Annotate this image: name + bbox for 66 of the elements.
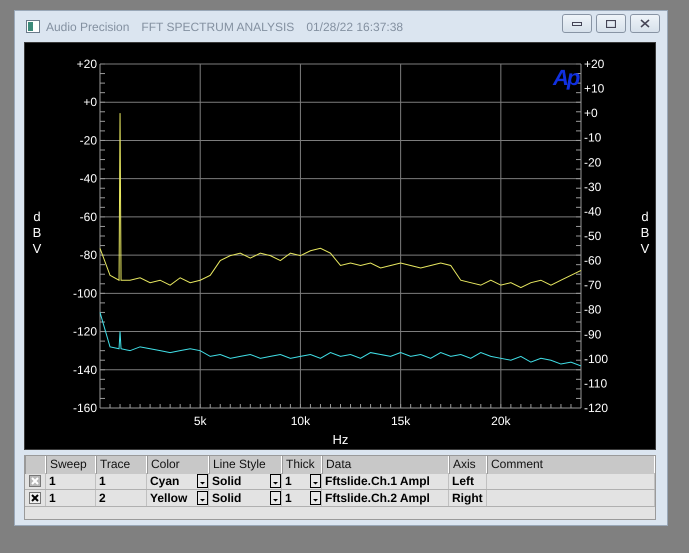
y-tick-label: -120 — [72, 324, 97, 339]
y-tick-label: -70 — [584, 278, 602, 292]
y-tick-label: -20 — [584, 155, 602, 170]
y-tick-label: -20 — [80, 133, 97, 148]
column-header: Comment — [487, 456, 655, 474]
table-cell: Fftslide.Ch.2 Ampl — [325, 490, 430, 506]
y-tick-label: -40 — [80, 172, 97, 186]
y-tick-label: -110 — [584, 376, 608, 390]
minimize-button[interactable] — [562, 14, 592, 33]
table-cell: Solid — [212, 473, 242, 489]
maximize-icon — [606, 20, 616, 28]
app-icon — [26, 20, 40, 33]
y-tick-label: -10 — [584, 130, 602, 145]
y-tick-label: +0 — [83, 95, 97, 110]
y-tick-label: -140 — [72, 362, 97, 377]
app-name: Audio Precision — [46, 20, 130, 34]
y-tick-label: -60 — [584, 254, 602, 268]
table-cell: 2 — [99, 490, 106, 506]
y-tick-label: -100 — [584, 352, 608, 366]
window-title: FFT SPECTRUM ANALYSIS — [141, 20, 294, 34]
x-tick-label: 15k — [390, 414, 410, 428]
x-tick-label: 20k — [491, 414, 511, 428]
y-tick-label: -160 — [72, 401, 97, 415]
y-tick-label: -90 — [584, 327, 602, 342]
x-tick-label: 5k — [194, 414, 207, 428]
minimize-icon — [572, 22, 582, 26]
y-tick-label: +0 — [584, 106, 598, 120]
timestamp: 01/28/22 16:37:38 — [306, 20, 404, 34]
x-axis-label: Hz — [332, 432, 348, 447]
x-tick-label: 10k — [290, 414, 310, 428]
y-tick-label: -30 — [584, 180, 602, 194]
table-cell: 1 — [99, 473, 106, 489]
y-tick-label: -50 — [584, 229, 602, 243]
table-cell: 1 — [49, 473, 56, 489]
column-header: Line Style — [209, 456, 282, 474]
column-header: Thick — [282, 456, 322, 474]
y-tick-label: +20 — [584, 57, 604, 71]
y-tick-label: +20 — [76, 57, 97, 71]
column-header: Data — [322, 456, 449, 474]
column-header: Color — [147, 456, 209, 474]
logo: Ap — [553, 65, 578, 90]
table-cell: Right — [452, 490, 483, 506]
y-tick-label: -120 — [584, 401, 608, 415]
y-tick-label: -40 — [584, 204, 602, 218]
column-header: Axis — [449, 456, 487, 474]
y-tick-label: -60 — [80, 210, 97, 224]
maximize-button[interactable] — [596, 14, 626, 33]
table-cell: Left — [452, 473, 474, 489]
y-axis-label: dBV — [640, 209, 650, 256]
y-tick-label: -80 — [584, 302, 602, 317]
checkbox[interactable] — [29, 492, 41, 504]
y-tick-label: +10 — [584, 82, 604, 96]
column-header: Sweep — [46, 456, 96, 474]
table-cell: Solid — [212, 490, 242, 506]
table-cell: 1 — [49, 490, 56, 506]
table-cell: Fftslide.Ch.1 Ampl — [325, 473, 430, 489]
table-cell: 1 — [285, 473, 292, 489]
y-tick-label: -100 — [72, 286, 97, 300]
table-cell: Cyan — [150, 473, 180, 489]
close-button[interactable] — [630, 14, 660, 33]
table-cell: 1 — [285, 490, 292, 506]
y-tick-label: -80 — [80, 248, 97, 262]
close-icon — [640, 19, 650, 28]
column-header: Trace — [96, 456, 147, 474]
table-cell: Yellow — [150, 490, 188, 506]
y-axis-label: dBV — [32, 209, 42, 256]
